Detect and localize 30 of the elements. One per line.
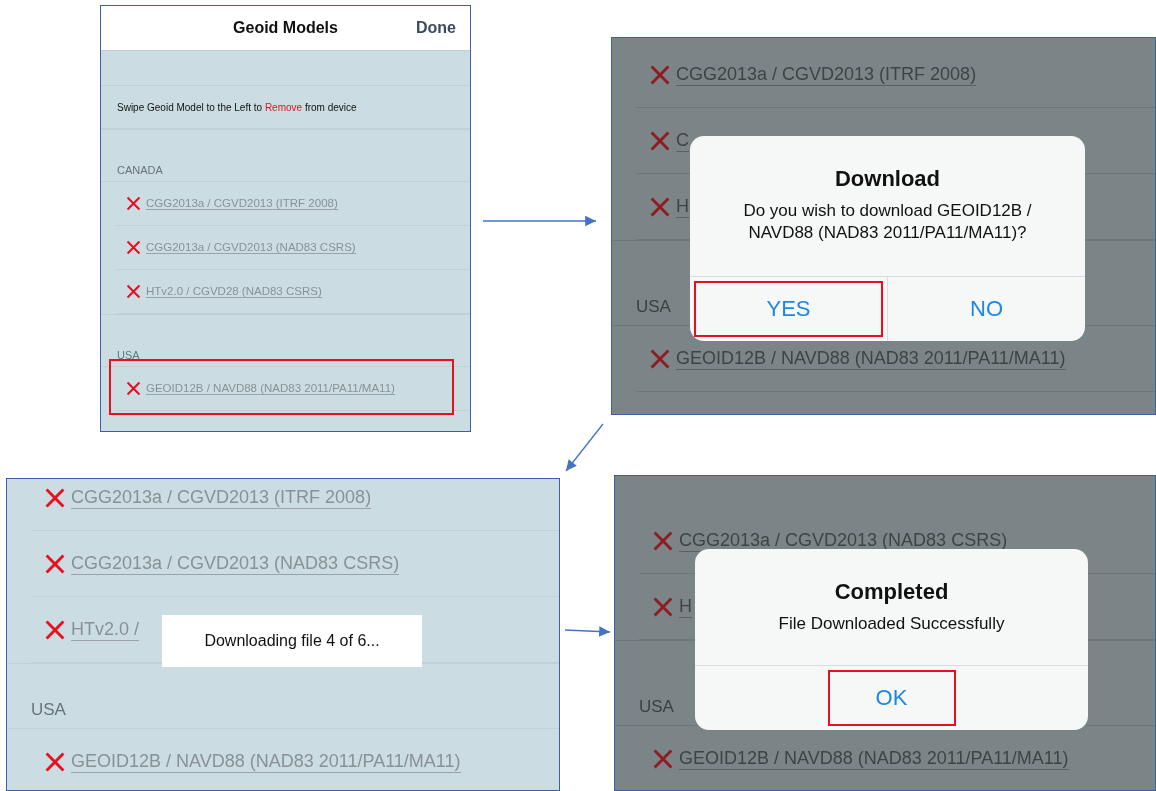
alert-message: File Downloaded Successfully — [777, 613, 1006, 635]
done-button[interactable]: Done — [416, 19, 456, 37]
arrow-drawing — [564, 626, 611, 637]
geoid-model-link[interactable]: GEOID12B / NAVD88 (NAD83 2011/PA11/MA11) — [676, 347, 1066, 370]
alert-button[interactable]: NO — [887, 277, 1085, 341]
geoid-model-link[interactable]: CGG2013a / CGVD2013 (ITRF 2008) — [676, 63, 977, 86]
geoid-model-link[interactable]: HTv2.0 / — [71, 618, 140, 641]
nav-title: Geoid Models — [233, 19, 338, 37]
geoid-model-link[interactable]: CGG2013a / CGVD2013 (ITRF 2008) — [71, 486, 372, 509]
geoid-model-link[interactable]: HTv2.0 / CGVD28 (NAD83 CSRS) — [146, 285, 322, 298]
alert-title: Download — [833, 165, 942, 192]
geoid-model-link[interactable]: GEOID12B / NAVD88 (NAD83 2011/PA11/MA11) — [679, 747, 1069, 770]
geoid-model-link[interactable]: H — [679, 595, 692, 618]
alert-title: Completed — [833, 578, 950, 605]
geoid-model-link[interactable]: CGG2013a / CGVD2013 (ITRF 2008) — [146, 197, 338, 210]
geoid-model-link[interactable]: GEOID12B / NAVD88 (NAD83 2011/PA11/MA11) — [71, 750, 461, 773]
instruction-text: Swipe Geoid Model to the Left to Remove from device — [101, 85, 470, 129]
geoid-model-link[interactable]: C — [676, 129, 689, 152]
close-x-icon[interactable] — [125, 195, 142, 212]
geoid-model-link[interactable]: CGG2013a / CGVD2013 (NAD83 CSRS) — [146, 241, 356, 254]
section-header: USA — [101, 314, 470, 367]
geoid-model-link[interactable]: GEOID12B / NAVD88 (NAD83 2011/PA11/MA11) — [146, 382, 395, 395]
geoid-model-link[interactable]: H — [676, 195, 689, 218]
arrow-drawing — [565, 423, 604, 472]
progress-toast: Downloading file 4 of 6... — [162, 615, 422, 667]
close-x-icon[interactable] — [125, 283, 142, 300]
close-x-icon[interactable] — [125, 380, 142, 397]
geoid-model-link[interactable]: CGG2013a / CGVD2013 (NAD83 CSRS) — [71, 552, 400, 575]
close-x-icon[interactable] — [125, 239, 142, 256]
section-header: CANADA — [101, 129, 470, 182]
